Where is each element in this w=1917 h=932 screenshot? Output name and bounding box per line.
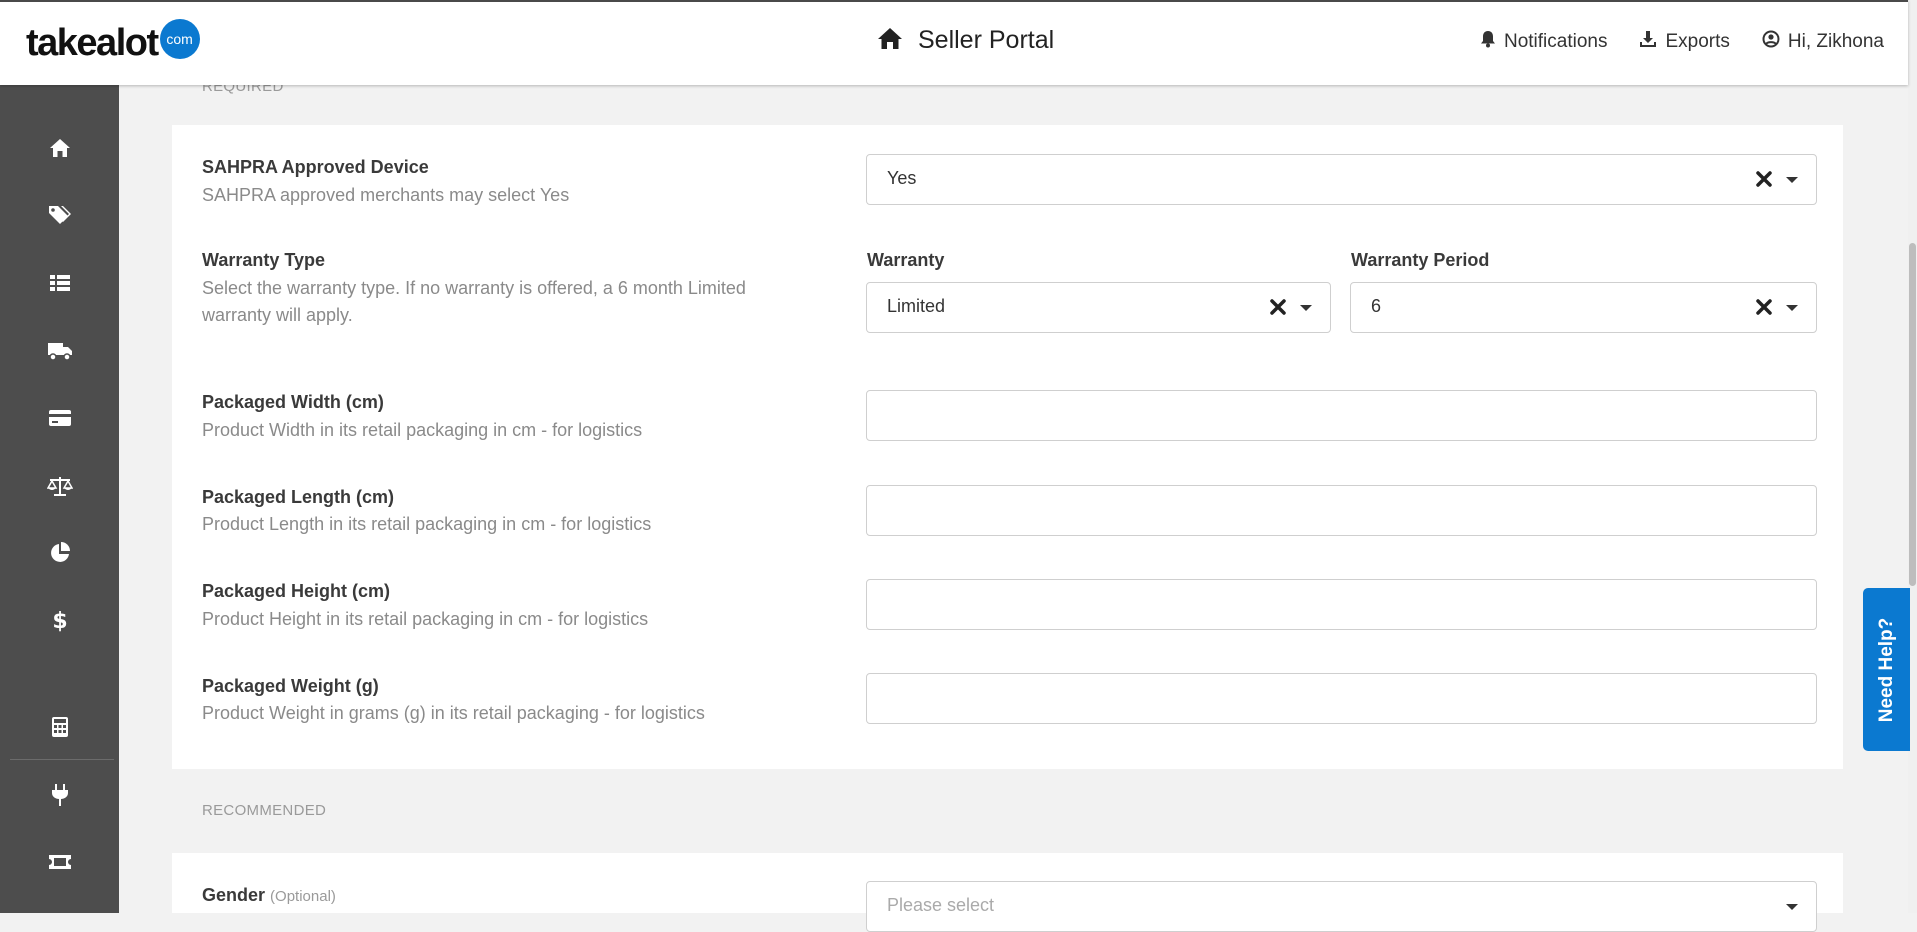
- packaged-length-input[interactable]: [866, 485, 1817, 536]
- sahpra-select[interactable]: Yes: [866, 154, 1817, 205]
- ticket-icon[interactable]: [45, 847, 75, 877]
- scale-icon[interactable]: [45, 471, 75, 501]
- packaged-height-description: Product Height in its retail packaging i…: [202, 609, 649, 629]
- packaged-length-description: Product Length in its retail packaging i…: [202, 514, 652, 534]
- exports-link[interactable]: Exports: [1639, 30, 1730, 54]
- logo-badge: com: [159, 19, 200, 59]
- list-icon[interactable]: [45, 268, 75, 298]
- sidebar: $: [0, 85, 119, 913]
- warranty-type-value: Limited: [887, 296, 946, 316]
- tags-icon[interactable]: [45, 200, 75, 230]
- page-scrollbar[interactable]: [1908, 0, 1917, 913]
- optional-tag: (Optional): [270, 888, 336, 905]
- user-menu[interactable]: Hi, Zikhona: [1762, 30, 1884, 54]
- svg-text:$: $: [53, 609, 67, 632]
- warranty-period-value: 6: [1371, 296, 1382, 316]
- warranty-type-select[interactable]: Limited: [866, 282, 1331, 333]
- home-icon: [876, 26, 904, 55]
- packaged-width-title: Packaged Width (cm): [202, 392, 384, 412]
- logo-text: takealot: [26, 22, 159, 64]
- packaged-weight-title: Packaged Weight (g): [202, 676, 379, 696]
- gender-select[interactable]: Please select: [866, 881, 1817, 932]
- packaged-height-title: Packaged Height (cm): [202, 581, 391, 601]
- chevron-down-icon[interactable]: [1786, 305, 1798, 311]
- clear-icon[interactable]: [1754, 169, 1774, 189]
- chevron-down-icon[interactable]: [1300, 305, 1312, 311]
- seller-portal-link[interactable]: Seller Portal: [876, 26, 1054, 55]
- warranty-type-label: Warranty: [867, 250, 945, 270]
- download-icon: [1639, 30, 1657, 54]
- warranty-period-label: Warranty Period: [1351, 250, 1490, 270]
- notifications-link[interactable]: Notifications: [1480, 30, 1608, 54]
- dollar-icon[interactable]: $: [45, 605, 75, 635]
- need-help-button[interactable]: Need Help?: [1863, 588, 1910, 751]
- chevron-down-icon[interactable]: [1786, 904, 1798, 910]
- user-greeting: Hi, Zikhona: [1787, 31, 1884, 52]
- notifications-label: Notifications: [1503, 31, 1608, 52]
- calculator-icon[interactable]: [45, 712, 75, 742]
- product-form-card: REQUIRED SAHPRA Approved Device SAHPRA a…: [172, 78, 1843, 932]
- recommended-section-header: RECOMMENDED: [172, 769, 1843, 853]
- plug-icon[interactable]: [45, 780, 75, 810]
- need-help-label: Need Help?: [1875, 617, 1897, 722]
- exports-label: Exports: [1665, 31, 1730, 52]
- packaged-width-input[interactable]: [866, 390, 1817, 441]
- sidebar-divider: [10, 759, 114, 760]
- sahpra-description: SAHPRA approved merchants may select Yes: [202, 185, 570, 205]
- required-section-header: REQUIRED: [172, 78, 1843, 125]
- sahpra-title: SAHPRA Approved Device: [202, 157, 429, 177]
- top-header: takealot com Seller Portal Notifications…: [0, 0, 1908, 85]
- recommended-section-label: RECOMMENDED: [202, 802, 327, 819]
- credit-card-icon[interactable]: [45, 403, 75, 433]
- scrollbar-thumb[interactable]: [1909, 243, 1916, 586]
- chevron-down-icon[interactable]: [1786, 177, 1798, 183]
- bell-icon: [1480, 30, 1496, 54]
- sahpra-selected-value: Yes: [887, 168, 917, 188]
- user-circle-icon: [1762, 30, 1780, 54]
- header-nav: Notifications Exports Hi, Zikhona: [1480, 30, 1884, 54]
- takealot-logo[interactable]: takealot com: [26, 19, 200, 66]
- packaged-weight-input[interactable]: [866, 673, 1817, 724]
- gender-label: Gender: [202, 885, 266, 905]
- warranty-description: Select the warranty type. If no warranty…: [202, 278, 746, 325]
- truck-icon[interactable]: [45, 336, 75, 366]
- packaged-height-input[interactable]: [866, 579, 1817, 630]
- packaged-length-title: Packaged Length (cm): [202, 487, 395, 507]
- packaged-weight-description: Product Weight in grams (g) in its retai…: [202, 703, 705, 723]
- clear-icon[interactable]: [1754, 297, 1774, 317]
- page-title: Seller Portal: [918, 26, 1055, 54]
- clear-icon[interactable]: [1268, 297, 1288, 317]
- warranty-title: Warranty Type: [202, 250, 326, 270]
- pie-chart-icon[interactable]: [45, 538, 75, 568]
- packaged-width-description: Product Width in its retail packaging in…: [202, 420, 643, 440]
- home-icon[interactable]: [45, 133, 75, 163]
- gender-title: Gender (Optional): [202, 885, 336, 906]
- warranty-period-select[interactable]: 6: [1350, 282, 1817, 333]
